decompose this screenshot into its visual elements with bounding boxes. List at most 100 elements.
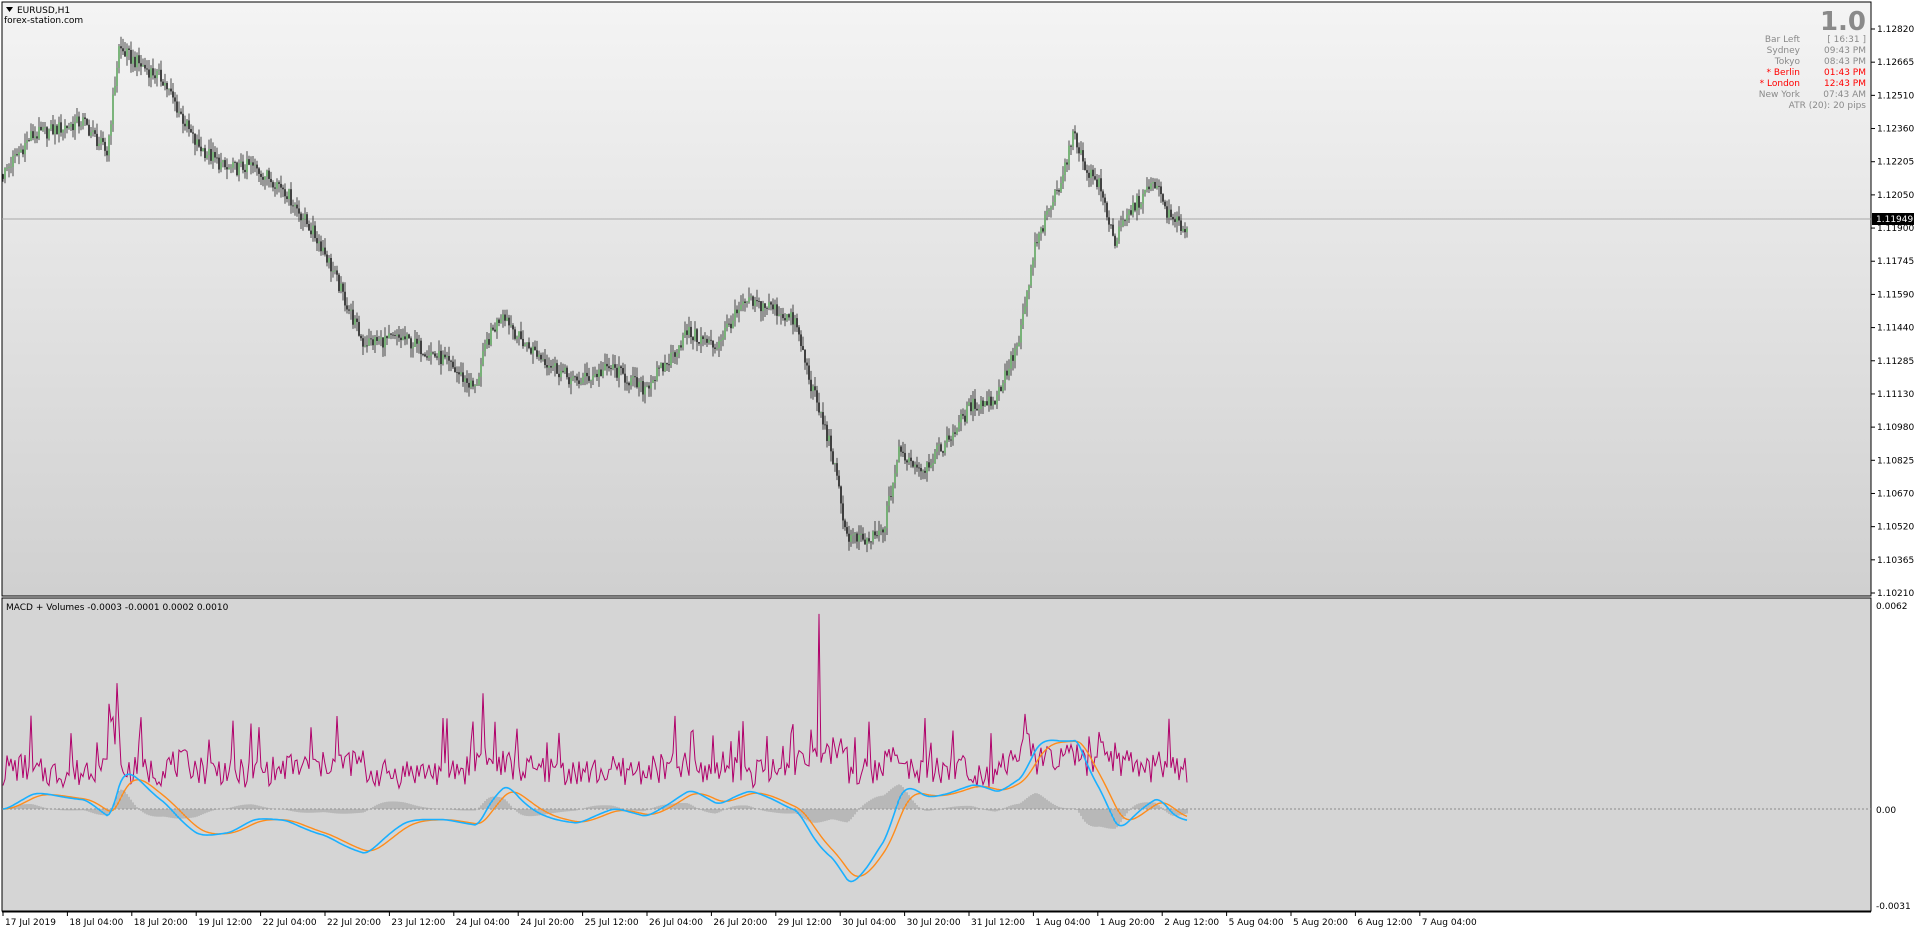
price-tick-label: 1.10980 (1877, 423, 1914, 433)
candle-body (710, 339, 712, 341)
candle-body (462, 372, 464, 382)
candle-body (992, 401, 994, 406)
price-tick-label: 1.12510 (1877, 91, 1914, 101)
candle-body (276, 182, 278, 189)
candle-body (874, 531, 876, 536)
price-panel[interactable] (1, 1, 1872, 597)
candle-body (1138, 195, 1140, 208)
candle-body (718, 341, 720, 348)
candle-body (520, 331, 522, 339)
time-tick-label: 22 Jul 04:00 (263, 918, 317, 928)
candle-body (444, 354, 446, 358)
candle-body (1012, 355, 1014, 361)
candle-body (624, 373, 626, 383)
candle-body (740, 304, 742, 310)
candle-body (530, 348, 532, 354)
candle-body (1158, 185, 1160, 187)
candle-body (414, 338, 416, 347)
candle-body (1162, 194, 1164, 202)
candle-body (622, 368, 624, 374)
candle-body (988, 396, 990, 406)
candle-body (34, 136, 36, 139)
candle-body (896, 461, 898, 474)
candle-body (538, 354, 540, 357)
candle-body (980, 400, 982, 410)
price-tick-label: 1.10670 (1877, 489, 1914, 499)
candle-body (1116, 240, 1118, 246)
candle-body (990, 396, 992, 406)
candle-body (900, 446, 902, 452)
candle-body (488, 339, 490, 345)
candle-body (32, 131, 34, 139)
price-tick-label: 1.11900 (1877, 224, 1914, 234)
candle-body (772, 304, 774, 310)
candle-body (566, 367, 568, 378)
candle-body (392, 334, 394, 336)
candle-body (354, 318, 356, 325)
candle-body (700, 336, 702, 344)
indicator-title: MACD + Volumes -0.0003 -0.0001 0.0002 0.… (6, 603, 229, 613)
candle-body (1002, 382, 1004, 392)
candle-body (1104, 197, 1106, 203)
candle-body (144, 64, 146, 69)
candle-body (780, 314, 782, 315)
candle-body (12, 155, 14, 167)
candle-body (418, 340, 420, 344)
time-tick-label: 17 Jul 2019 (5, 918, 56, 928)
candle-body (344, 291, 346, 306)
candle-body (722, 337, 724, 340)
candle-body (808, 365, 810, 380)
time-tick-label: 25 Jul 12:00 (585, 918, 639, 928)
candle-body (932, 463, 934, 466)
candle-body (466, 378, 468, 383)
candle-body (10, 166, 12, 168)
candle-body (376, 337, 378, 341)
candle-body (838, 475, 840, 487)
candle-body (982, 400, 984, 407)
trading-chart[interactable]: 1.12820 1.12665 1.12510 1.12360 1.12205 1.120… (0, 0, 1916, 933)
candle-body (578, 380, 580, 384)
time-tick-label: 23 Jul 12:00 (391, 918, 445, 928)
candle-body (602, 370, 604, 377)
time-tick-label: 18 Jul 04:00 (69, 918, 123, 928)
candle-body (938, 444, 940, 446)
candle-body (702, 336, 704, 340)
candle-body (940, 444, 942, 452)
candle-body (1092, 169, 1094, 177)
candle-body (114, 86, 116, 95)
session-label: Bar Left (1765, 35, 1801, 45)
candle-body (550, 365, 552, 368)
candle-body (50, 124, 52, 130)
candle-body (330, 258, 332, 272)
candle-body (768, 302, 770, 309)
candle-body (568, 377, 570, 385)
candle-body (36, 136, 38, 139)
candle-body (88, 124, 90, 136)
candle-body (650, 382, 652, 389)
candle-body (398, 334, 400, 338)
candle-body (494, 329, 496, 332)
candle-body (464, 378, 466, 382)
candle-body (60, 122, 62, 133)
candle-body (564, 367, 566, 372)
candle-body (618, 366, 620, 378)
candle-body (394, 335, 396, 336)
candle-body (1186, 228, 1188, 233)
candle-body (210, 148, 212, 161)
candle-body (384, 336, 386, 348)
candle-body (1108, 217, 1110, 225)
candle-body (250, 162, 252, 165)
candle-body (124, 51, 126, 57)
candle-body (828, 435, 830, 442)
candle-body (204, 148, 206, 158)
session-time: 01:43 PM (1824, 68, 1866, 78)
candle-body (800, 334, 802, 347)
time-tick-label: 1 Aug 20:00 (1100, 918, 1155, 928)
indicator-panel[interactable] (1, 597, 1872, 912)
candle-body (904, 452, 906, 461)
candle-body (22, 149, 24, 155)
candle-body (1078, 147, 1080, 154)
candle-body (1066, 162, 1068, 165)
candle-body (586, 372, 588, 377)
candle-body (616, 367, 618, 378)
